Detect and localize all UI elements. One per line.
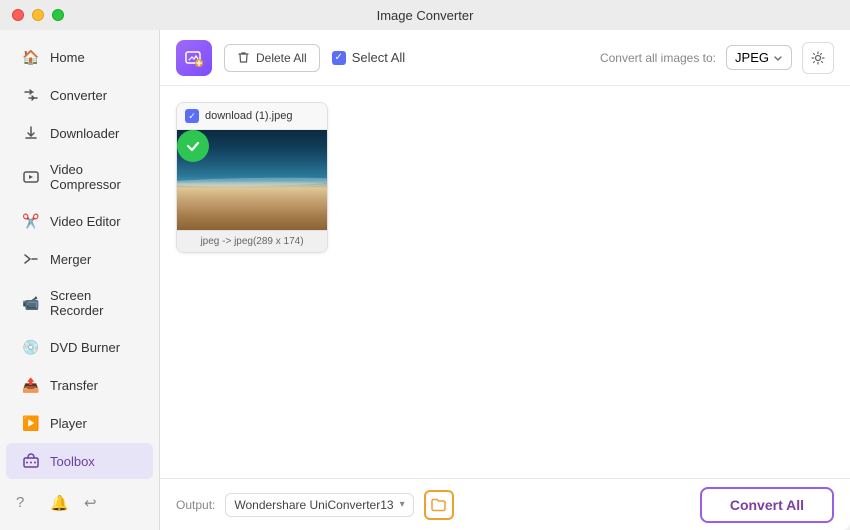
sidebar: 🏠 Home Converter Downloader [0,30,160,530]
sidebar-item-label: Merger [50,252,91,267]
sidebar-item-merger[interactable]: Merger [6,241,153,277]
sidebar-item-converter[interactable]: Converter [6,77,153,113]
minimize-button[interactable] [32,9,44,21]
output-path-selector[interactable]: Wondershare UniConverter13 ▾ [225,493,413,517]
bottom-bar: Output: Wondershare UniConverter13 ▾ Con… [160,478,850,530]
delete-all-label: Delete All [256,51,307,65]
sidebar-item-label: DVD Burner [50,340,120,355]
chevron-down-icon: ▾ [400,499,405,510]
file-footer: jpeg -> jpeg(289 x 174) [177,230,327,252]
title-bar: Image Converter [0,0,850,30]
toolbox-icon [22,452,40,470]
notification-icon[interactable]: 🔔 [50,494,68,512]
maximize-button[interactable] [52,9,64,21]
convert-to-label: Convert all images to: [600,51,716,65]
home-icon: 🏠 [22,48,40,66]
refresh-icon[interactable]: ↩ [84,494,102,512]
open-folder-button[interactable] [424,490,454,520]
thumbnail-background [177,130,328,230]
window-title: Image Converter [377,8,474,23]
screen-recorder-icon: 📹 [22,294,40,312]
main-content: Delete All ✓ Select All Convert all imag… [160,30,850,530]
sidebar-item-label: Home [50,50,85,65]
sidebar-item-downloader[interactable]: Downloader [6,115,153,151]
sidebar-item-label: Video Editor [50,214,121,229]
chevron-down-icon [773,53,783,63]
sidebar-item-home[interactable]: 🏠 Home [6,39,153,75]
file-header: ✓ download (1).jpeg [177,103,327,130]
sidebar-item-transfer[interactable]: 📤 Transfer [6,367,153,403]
convert-all-button[interactable]: Convert All [700,487,834,523]
video-compressor-icon [22,168,40,186]
sidebar-bottom: ? 🔔 ↩ [0,484,159,522]
merger-icon [22,250,40,268]
file-checkbox[interactable]: ✓ [185,109,199,123]
settings-button[interactable] [802,42,834,74]
help-icon[interactable]: ? [16,494,34,512]
sidebar-item-label: Toolbox [50,454,95,469]
file-thumbnail [177,130,328,230]
gear-icon [810,50,826,66]
select-all-checkbox-label[interactable]: ✓ Select All [332,50,405,65]
delete-all-button[interactable]: Delete All [224,44,320,72]
video-editor-icon: ✂️ [22,212,40,230]
select-all-label: Select All [352,50,405,65]
format-value: JPEG [735,50,769,65]
player-icon: ▶️ [22,414,40,432]
sidebar-item-label: Video Compressor [50,162,137,192]
transfer-icon: 📤 [22,376,40,394]
wave-detail-2 [177,182,328,187]
converter-icon [22,86,40,104]
dvd-burner-icon: 💿 [22,338,40,356]
check-overlay [177,130,209,162]
toolbar: Delete All ✓ Select All Convert all imag… [160,30,850,86]
sidebar-item-screen-recorder[interactable]: 📹 Screen Recorder [6,279,153,327]
sidebar-item-label: Player [50,416,87,431]
sidebar-item-label: Screen Recorder [50,288,137,318]
sidebar-item-dvd-burner[interactable]: 💿 DVD Burner [6,329,153,365]
file-area: ✓ download (1).jpeg [160,86,850,478]
app-body: 🏠 Home Converter Downloader [0,30,850,530]
add-image-button[interactable] [176,40,212,76]
select-all-checkbox[interactable]: ✓ [332,51,346,65]
sidebar-item-label: Converter [50,88,107,103]
file-format-info: jpeg -> jpeg(289 x 174) [200,236,303,247]
sidebar-item-label: Transfer [50,378,98,393]
format-select[interactable]: JPEG [726,45,792,70]
sidebar-item-video-editor[interactable]: ✂️ Video Editor [6,203,153,239]
downloader-icon [22,124,40,142]
convert-all-label: Convert All [730,497,804,513]
file-item[interactable]: ✓ download (1).jpeg [176,102,328,253]
sidebar-item-player[interactable]: ▶️ Player [6,405,153,441]
sidebar-item-toolbox[interactable]: Toolbox [6,443,153,479]
sidebar-item-video-compressor[interactable]: Video Compressor [6,153,153,201]
sidebar-item-label: Downloader [50,126,119,141]
output-path-value: Wondershare UniConverter13 [234,498,393,512]
toolbar-right: Convert all images to: JPEG [600,42,834,74]
folder-icon [430,496,447,513]
file-name: download (1).jpeg [205,110,292,122]
output-label: Output: [176,498,215,512]
close-button[interactable] [12,9,24,21]
